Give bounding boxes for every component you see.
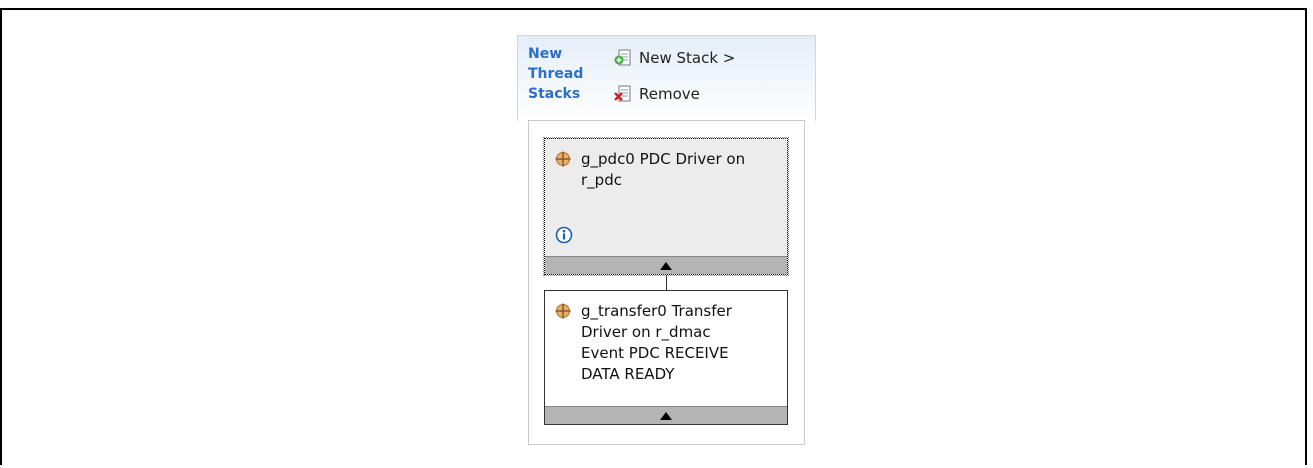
panel-title[interactable]: New Thread Stacks xyxy=(528,44,608,104)
panel-header: New Thread Stacks New Stack > Remove xyxy=(517,35,816,121)
module-target-icon xyxy=(555,151,571,167)
new-stack-button[interactable]: New Stack > xyxy=(613,48,735,68)
module-collapse-bar[interactable] xyxy=(545,256,787,274)
module-line: g_pdc0 PDC Driver on xyxy=(581,150,746,168)
stack-connector xyxy=(666,275,667,291)
stack-module-pdc[interactable]: g_pdc0 PDC Driver on r_pdc xyxy=(543,137,789,276)
module-line: Event PDC RECEIVE xyxy=(581,344,729,362)
module-text: g_transfer0 Transfer Driver on r_dmac Ev… xyxy=(545,291,787,385)
panel-title-line: Thread xyxy=(528,66,584,82)
module-line: g_transfer0 Transfer xyxy=(581,302,732,320)
remove-label: Remove xyxy=(639,85,700,103)
collapse-triangle-icon xyxy=(660,261,672,270)
new-stack-icon xyxy=(614,49,631,66)
stack-canvas: g_pdc0 PDC Driver on r_pdc g_transfer0 T… xyxy=(528,120,805,445)
info-icon[interactable] xyxy=(555,226,573,244)
collapse-triangle-icon xyxy=(660,411,672,420)
module-target-icon xyxy=(555,303,571,319)
remove-icon xyxy=(614,85,631,102)
remove-button[interactable]: Remove xyxy=(613,84,700,104)
panel-title-line: New xyxy=(528,46,563,62)
module-line: Driver on r_dmac xyxy=(581,323,711,341)
module-line: r_pdc xyxy=(581,171,622,189)
new-stack-label: New Stack > xyxy=(639,49,736,67)
stack-module-transfer[interactable]: g_transfer0 Transfer Driver on r_dmac Ev… xyxy=(544,290,788,425)
module-collapse-bar[interactable] xyxy=(545,406,787,424)
module-line: DATA READY xyxy=(581,365,675,383)
module-text: g_pdc0 PDC Driver on r_pdc xyxy=(545,139,787,191)
panel-title-line: Stacks xyxy=(528,86,581,102)
